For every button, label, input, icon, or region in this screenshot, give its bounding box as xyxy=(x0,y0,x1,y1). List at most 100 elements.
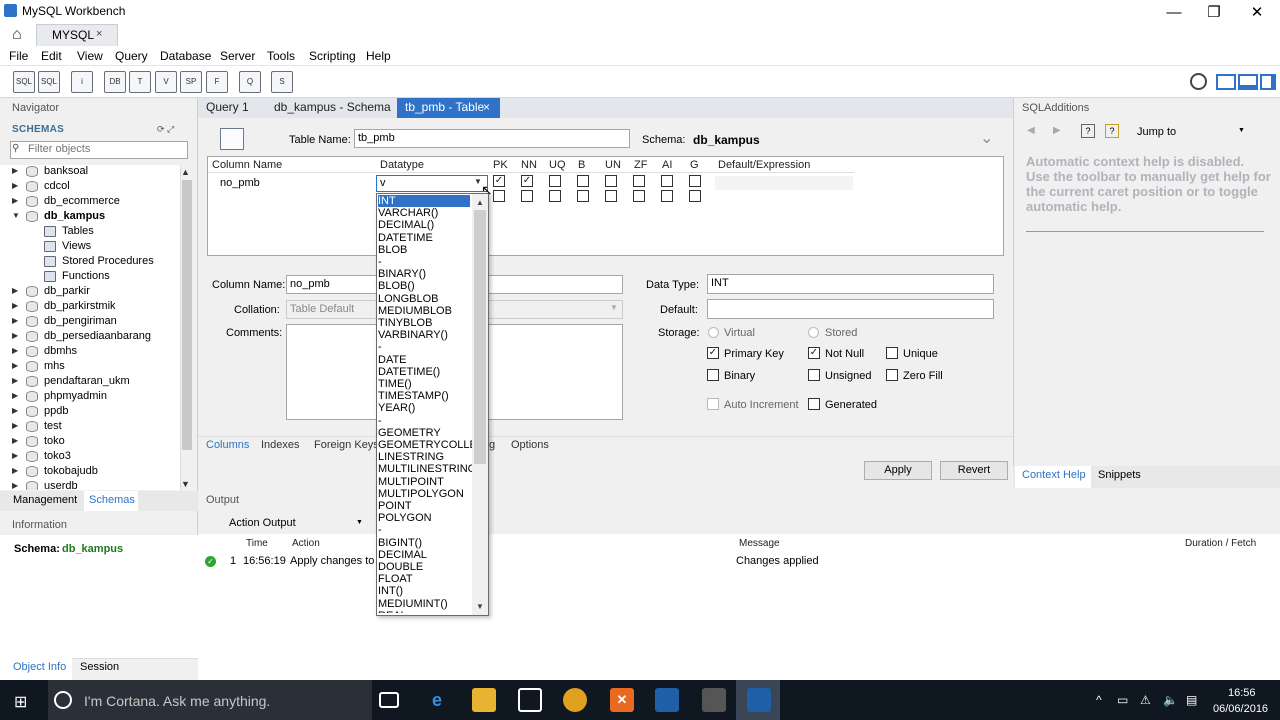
notifications-icon[interactable]: ▤ xyxy=(1186,693,1197,707)
xampp-icon[interactable]: ✕ xyxy=(610,688,634,712)
schema-tree-item[interactable]: ▶ db_pengiriman xyxy=(0,315,180,330)
tree-folder-item[interactable]: Functions xyxy=(0,270,180,285)
nn-checkbox-new-row[interactable] xyxy=(521,190,533,202)
collapsed-arrow-icon[interactable]: ▶ xyxy=(12,346,18,355)
create-table-button[interactable]: T xyxy=(129,71,151,93)
store-icon[interactable] xyxy=(518,688,542,712)
manual-help-icon[interactable]: ? xyxy=(1081,124,1095,138)
schema-tree-item[interactable]: ▶ phpmyadmin xyxy=(0,390,180,405)
row-column-name[interactable]: no_pmb xyxy=(220,177,260,189)
windows-start-icon[interactable]: ⊞ xyxy=(14,692,27,712)
datatype-option[interactable]: BINARY() xyxy=(378,268,472,280)
datatype-option[interactable]: POINT xyxy=(378,500,472,512)
uq-checkbox-new-row[interactable] xyxy=(549,190,561,202)
reconnect-button[interactable]: S xyxy=(271,71,293,93)
create-function-button[interactable]: F xyxy=(206,71,228,93)
tab-columns[interactable]: Columns xyxy=(206,439,249,451)
auto-increment-checkbox[interactable] xyxy=(707,398,719,410)
schema-tree-item[interactable]: ▼ db_kampus xyxy=(0,210,180,225)
datatype-option[interactable]: - xyxy=(378,341,472,353)
datatype-option[interactable]: LONGBLOB xyxy=(378,293,472,305)
menu-view[interactable]: View xyxy=(77,49,103,63)
not-null-checkbox[interactable]: ✓ xyxy=(808,347,820,359)
datatype-option[interactable]: DATETIME xyxy=(378,232,472,244)
menu-help[interactable]: Help xyxy=(366,49,391,63)
collapsed-arrow-icon[interactable]: ▶ xyxy=(12,181,18,190)
scroll-down-icon[interactable]: ▼ xyxy=(181,479,190,489)
pk-checkbox-new-row[interactable] xyxy=(493,190,505,202)
collapsed-arrow-icon[interactable]: ▶ xyxy=(12,331,18,340)
schema-tree-item[interactable]: ▶ ppdb xyxy=(0,405,180,420)
schema-tree-item[interactable]: ▶ banksoal xyxy=(0,165,180,180)
tray-chevron-icon[interactable]: ^ xyxy=(1096,693,1102,707)
inspector-button[interactable]: i xyxy=(71,71,93,93)
search-table-data-button[interactable]: Q xyxy=(239,71,261,93)
datatype-option[interactable]: YEAR() xyxy=(378,402,472,414)
uq-checkbox[interactable] xyxy=(549,175,561,187)
datatype-option[interactable]: BIGINT() xyxy=(378,537,472,549)
expanded-arrow-icon[interactable]: ▼ xyxy=(12,211,20,220)
new-sql-tab-button[interactable]: SQL xyxy=(13,71,35,93)
datatype-option[interactable]: MEDIUMINT() xyxy=(378,598,472,610)
datatype-option[interactable]: DECIMAL xyxy=(378,549,472,561)
collapsed-arrow-icon[interactable]: ▶ xyxy=(12,421,18,430)
schema-tree-item[interactable]: ▶ toko xyxy=(0,435,180,450)
app-icon[interactable] xyxy=(655,688,679,712)
collapsed-arrow-icon[interactable]: ▶ xyxy=(12,436,18,445)
unique-checkbox[interactable] xyxy=(886,347,898,359)
datatype-option[interactable]: GEOMETRY xyxy=(378,427,472,439)
storage-stored-radio[interactable] xyxy=(808,327,819,338)
dropdown-scroll-up-icon[interactable]: ▲ xyxy=(476,198,484,207)
schema-tree-item[interactable]: ▶ test xyxy=(0,420,180,435)
collapsed-arrow-icon[interactable]: ▶ xyxy=(12,286,18,295)
collapsed-arrow-icon[interactable]: ▶ xyxy=(12,361,18,370)
row-datatype-input[interactable]: v xyxy=(376,175,488,192)
datatype-option[interactable]: POLYGON xyxy=(378,512,472,524)
collapsed-arrow-icon[interactable]: ▶ xyxy=(12,196,18,205)
task-view-icon[interactable] xyxy=(379,692,399,708)
back-arrow-icon[interactable]: ◀ xyxy=(1027,125,1035,136)
datatype-option[interactable]: MULTIPOLYGON xyxy=(378,488,472,500)
datatype-option[interactable]: VARBINARY() xyxy=(378,329,472,341)
collapsed-arrow-icon[interactable]: ▶ xyxy=(12,166,18,175)
volume-icon[interactable]: 🔈 xyxy=(1163,693,1178,707)
schema-tree-item[interactable]: ▶ dbmhs xyxy=(0,345,180,360)
collapsed-arrow-icon[interactable]: ▶ xyxy=(12,406,18,415)
filter-objects-input[interactable] xyxy=(28,143,183,155)
schema-tree-item[interactable]: ▶ toko3 xyxy=(0,450,180,465)
open-sql-script-button[interactable]: SQL xyxy=(38,71,60,93)
primary-key-checkbox[interactable]: ✓ xyxy=(707,347,719,359)
datatype-option[interactable]: REAL xyxy=(378,610,472,613)
datatype-option[interactable]: - xyxy=(378,524,472,536)
tab-snippets[interactable]: Snippets xyxy=(1098,469,1141,481)
tree-folder-item[interactable]: Views xyxy=(0,240,180,255)
menu-query[interactable]: Query xyxy=(115,49,148,63)
connection-tab-close-icon[interactable]: × xyxy=(96,28,102,40)
zero-fill-checkbox[interactable] xyxy=(886,369,898,381)
b-checkbox-new-row[interactable] xyxy=(577,190,589,202)
collapsed-arrow-icon[interactable]: ▶ xyxy=(12,481,18,490)
datatype-option[interactable]: MEDIUMBLOB xyxy=(378,305,472,317)
b-checkbox[interactable] xyxy=(577,175,589,187)
un-checkbox-new-row[interactable] xyxy=(605,190,617,202)
schema-tree-item[interactable]: ▶ userdb xyxy=(0,480,180,490)
ai-checkbox[interactable] xyxy=(661,175,673,187)
ai-checkbox-new-row[interactable] xyxy=(661,190,673,202)
tab-session[interactable]: Session xyxy=(80,661,119,673)
datatype-option[interactable]: BLOB() xyxy=(378,280,472,292)
collapsed-arrow-icon[interactable]: ▶ xyxy=(12,466,18,475)
schema-tree-item[interactable]: ▶ db_ecommerce xyxy=(0,195,180,210)
tab-management[interactable]: Management xyxy=(13,494,77,506)
schema-tree-item[interactable]: ▶ tokobajudb xyxy=(0,465,180,480)
menu-scripting[interactable]: Scripting xyxy=(309,49,356,63)
tab-foreign-keys[interactable]: Foreign Keys xyxy=(314,439,379,451)
schema-tree-item[interactable]: ▶ mhs xyxy=(0,360,180,375)
data-type-input[interactable]: INT xyxy=(707,274,994,294)
clock-time[interactable]: 16:56 xyxy=(1228,687,1256,699)
datatype-option[interactable]: VARCHAR() xyxy=(378,207,472,219)
maximize-button[interactable]: ❐ xyxy=(1191,3,1237,23)
dropdown-scroll-thumb[interactable] xyxy=(474,210,486,464)
tab-schemas[interactable]: Schemas xyxy=(89,494,135,506)
datatype-option[interactable]: MULTILINESTRING xyxy=(378,463,472,475)
collapsed-arrow-icon[interactable]: ▶ xyxy=(12,376,18,385)
